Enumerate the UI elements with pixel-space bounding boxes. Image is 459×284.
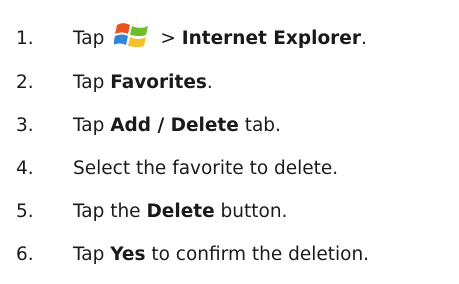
step-text: Tap > Internet Explorer . xyxy=(73,20,367,56)
step-text-segment: tab. xyxy=(238,114,281,136)
instruction-list: 1. Tap > Internet Explorer . 2. Tap Favo… xyxy=(0,0,459,284)
step-text-segment: > xyxy=(160,27,182,49)
ui-term: Delete xyxy=(146,200,215,222)
step-text: Select the favorite to delete. xyxy=(73,158,338,179)
step-text: Tap Add / Delete tab. xyxy=(73,115,281,136)
step-number: 4. xyxy=(16,157,34,179)
step-text-segment: . xyxy=(206,71,213,93)
step-number: 3. xyxy=(16,114,34,136)
step-text: Tap Favorites . xyxy=(73,72,213,93)
step-number: 5. xyxy=(16,200,34,222)
step-text-segment: Tap the xyxy=(73,200,147,222)
step-number: 1. xyxy=(16,27,34,49)
ui-term: Add / Delete xyxy=(110,114,239,136)
windows-start-icon xyxy=(114,23,149,48)
step-text-segment: Tap xyxy=(73,71,111,93)
step-text-segment: Select the favorite to delete. xyxy=(73,157,339,179)
step-text-segment: Tap xyxy=(73,243,111,265)
step-text-segment: Tap xyxy=(73,27,105,49)
step-text-segment: . xyxy=(360,27,367,49)
step-text-segment: button. xyxy=(214,200,288,222)
step-text: Tap Yes to confirm the deletion. xyxy=(73,244,369,265)
ui-term: Favorites xyxy=(110,71,207,93)
step-text-segment: Tap xyxy=(73,114,111,136)
ui-term: Internet Explorer xyxy=(181,27,361,49)
step-number: 2. xyxy=(16,71,34,93)
ui-term: Yes xyxy=(110,243,146,265)
step-number: 6. xyxy=(16,243,34,265)
step-text-segment: to confirm the deletion. xyxy=(145,243,370,265)
step-text: Tap the Delete button. xyxy=(73,201,287,222)
